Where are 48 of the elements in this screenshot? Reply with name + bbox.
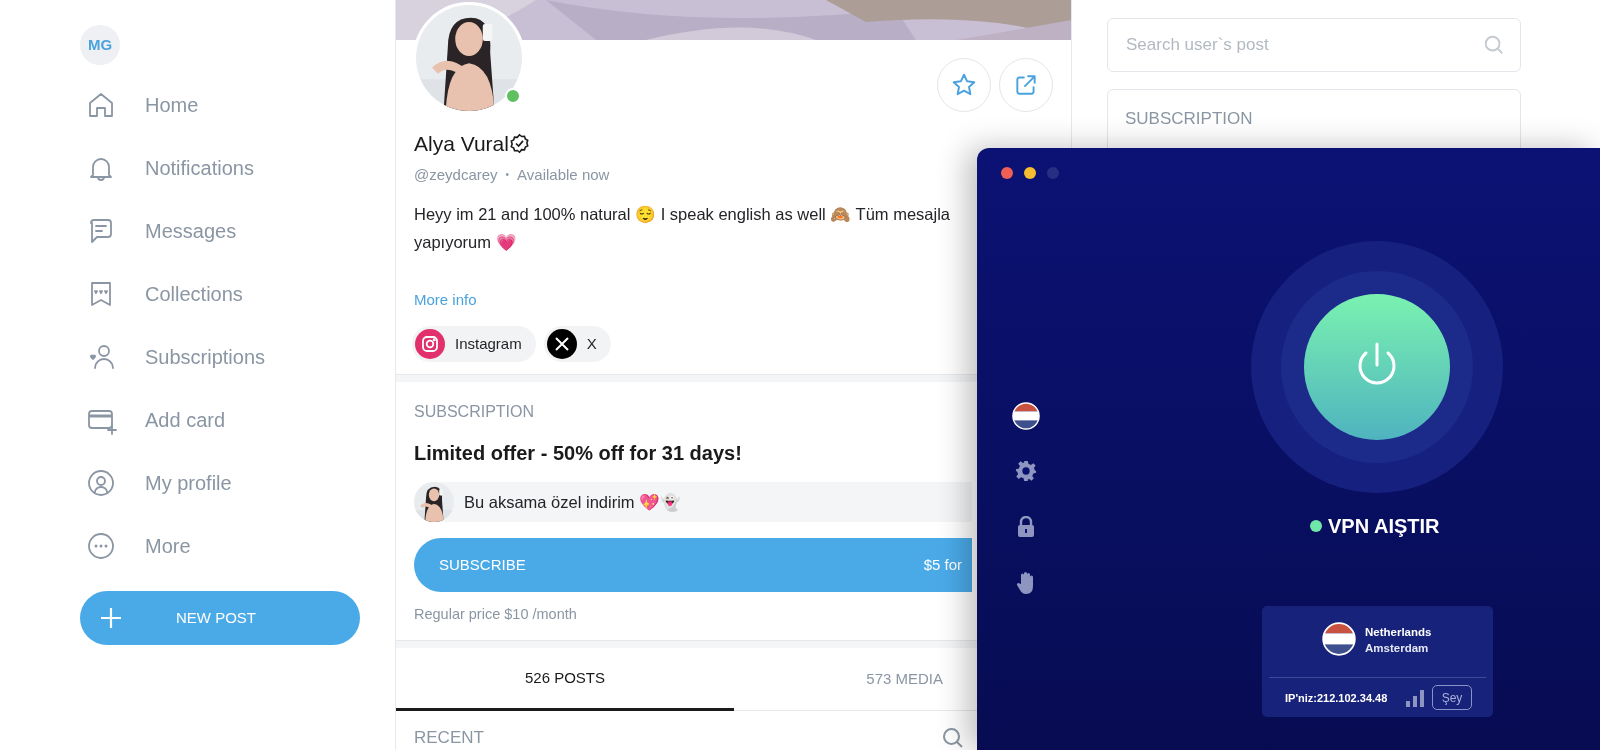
star-icon xyxy=(951,72,977,98)
sidebar-item[interactable]: Subscriptions xyxy=(80,325,395,388)
search-icon xyxy=(1483,34,1505,56)
sidebar-item[interactable]: Collections xyxy=(80,262,395,325)
search-field[interactable]: Search user`s post xyxy=(1107,18,1521,72)
settings-icon xyxy=(1015,460,1037,482)
ip-address: IP'niz:212.102.34.48 xyxy=(1285,691,1388,706)
search-icon[interactable] xyxy=(941,725,965,750)
user-avatar[interactable]: MG xyxy=(80,25,120,65)
instagram-icon xyxy=(415,329,445,359)
sidebar-item[interactable]: Home xyxy=(80,73,395,136)
offer-title: Limited offer - 50% off for 31 days! xyxy=(414,441,742,466)
signal-icon xyxy=(1405,688,1425,708)
sidebar-item[interactable]: My profile xyxy=(80,451,395,514)
regular-price: Regular price $10 /month xyxy=(414,605,578,624)
city-name: Amsterdam xyxy=(1365,641,1430,656)
location-card[interactable] xyxy=(1262,606,1493,717)
subscribe-button[interactable]: SUBSCRIBE $5 for xyxy=(414,538,972,592)
sidebar-item[interactable]: Messages xyxy=(80,199,395,262)
section-heading: SUBSCRIPTION xyxy=(1125,108,1254,130)
vpn-status: VPN AIŞTIR xyxy=(1328,514,1440,539)
sidebar-item[interactable]: Add card xyxy=(80,388,395,451)
social-link[interactable]: X xyxy=(543,326,611,362)
country-name: Netherlands xyxy=(1365,625,1432,640)
bio-text: yapıyorum 💗 xyxy=(414,233,517,251)
flag-icon xyxy=(1012,402,1040,430)
bio-text: Heyy im 21 and 100% natural 😌 I speak english as well 🙈 Tüm mesajla xyxy=(414,205,951,223)
new-post-button[interactable]: NEW POST xyxy=(80,591,360,645)
separator-dot: • xyxy=(505,168,510,183)
favorite-button[interactable] xyxy=(937,58,991,112)
sidebar-item[interactable]: More xyxy=(80,514,395,577)
section-heading: RECENT xyxy=(414,726,484,749)
share-button[interactable] xyxy=(999,58,1053,112)
availability-status: Available now xyxy=(517,164,610,185)
plus-icon xyxy=(100,607,122,629)
user-handle: @zeydcarey xyxy=(414,164,498,185)
profile-name: Alya Vural xyxy=(414,131,509,157)
sidebar-item[interactable]: Notifications xyxy=(80,136,395,199)
social-link[interactable]: Instagram xyxy=(412,326,536,362)
section-heading: SUBSCRIPTION xyxy=(414,402,534,422)
more-info-link[interactable]: More info xyxy=(414,291,477,308)
lock-icon xyxy=(1016,516,1036,538)
action-button[interactable]: Şey xyxy=(1432,685,1472,710)
hand-icon xyxy=(1016,571,1036,595)
x-logo-icon xyxy=(546,329,577,359)
flag-icon xyxy=(1322,622,1356,656)
share-icon xyxy=(1013,72,1039,98)
promo-message: Bu aksama özel indirim 💖👻 xyxy=(464,491,682,514)
